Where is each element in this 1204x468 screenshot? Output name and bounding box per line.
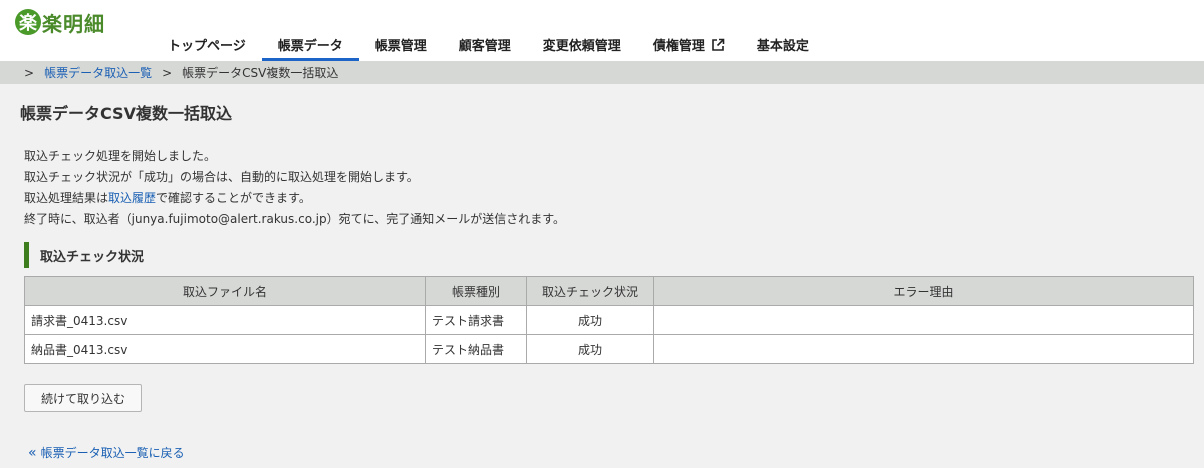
import-status-table: 取込ファイル名 帳票種別 取込チェック状況 エラー理由 請求書_0413.csv… — [24, 276, 1194, 364]
breadcrumb-link-import-list[interactable]: 帳票データ取込一覧 — [44, 64, 152, 81]
nav-item-customer-management[interactable]: 顧客管理 — [443, 28, 527, 61]
col-header-error-reason: エラー理由 — [653, 276, 1194, 306]
col-header-file-name: 取込ファイル名 — [24, 276, 426, 306]
nav-item-document-management[interactable]: 帳票管理 — [359, 28, 443, 61]
message-line: 終了時に、取込者（junya.fujimoto@alert.rakus.co.j… — [24, 212, 566, 226]
table-row: 納品書_0413.csv テスト納品書 成功 — [24, 334, 1194, 364]
cell-error-reason — [653, 334, 1194, 364]
main-nav: トップページ 帳票データ 帳票管理 顧客管理 変更依頼管理 債権管理 基本設定 — [152, 28, 825, 61]
col-header-document-type: 帳票種別 — [425, 276, 527, 306]
cell-check-status: 成功 — [526, 305, 654, 335]
table-row: 請求書_0413.csv テスト請求書 成功 — [24, 305, 1194, 335]
cell-file-name: 納品書_0413.csv — [24, 334, 426, 364]
nav-item-top[interactable]: トップページ — [152, 28, 262, 61]
breadcrumb-current: 帳票データCSV複数一括取込 — [182, 66, 339, 80]
breadcrumb: > 帳票データ取込一覧 > 帳票データCSV複数一括取込 — [0, 61, 1204, 84]
section-title: 取込チェック状況 — [24, 242, 144, 268]
message-line: 取込チェック処理を開始しました。 — [24, 149, 217, 163]
page-title: 帳票データCSV複数一括取込 — [20, 104, 232, 123]
double-chevron-left-icon: « — [28, 444, 37, 461]
nav-item-change-request[interactable]: 変更依頼管理 — [527, 28, 637, 61]
app-logo[interactable]: 楽 楽明細 — [15, 7, 105, 37]
table-header-row: 取込ファイル名 帳票種別 取込チェック状況 エラー理由 — [24, 276, 1194, 306]
breadcrumb-separator: > — [24, 65, 35, 80]
import-history-link[interactable]: 取込履歴 — [108, 191, 156, 205]
cell-file-name: 請求書_0413.csv — [24, 305, 426, 335]
cell-document-type: テスト請求書 — [425, 305, 527, 335]
continue-import-button[interactable]: 続けて取り込む — [24, 384, 142, 412]
nav-item-basic-settings[interactable]: 基本設定 — [741, 28, 825, 61]
nav-item-receivables[interactable]: 債権管理 — [637, 28, 741, 61]
message-line: 取込処理結果は取込履歴で確認することができます。 — [24, 191, 311, 205]
cell-check-status: 成功 — [526, 334, 654, 364]
status-messages: 取込チェック処理を開始しました。 取込チェック状況が「成功」の場合は、自動的に取… — [24, 146, 565, 230]
nav-item-document-data[interactable]: 帳票データ — [261, 28, 359, 61]
header: 楽 楽明細 トップページ 帳票データ 帳票管理 顧客管理 変更依頼管理 債権管理… — [0, 0, 1204, 61]
back-to-import-list-link[interactable]: « 帳票データ取込一覧に戻る — [28, 444, 185, 461]
col-header-check-status: 取込チェック状況 — [526, 276, 654, 306]
cell-error-reason — [653, 305, 1194, 335]
external-link-icon — [711, 38, 725, 52]
breadcrumb-separator: > — [162, 65, 173, 80]
message-line: 取込チェック状況が「成功」の場合は、自動的に取込処理を開始します。 — [24, 170, 419, 184]
cell-document-type: テスト納品書 — [425, 334, 527, 364]
back-link-label: 帳票データ取込一覧に戻る — [40, 446, 185, 460]
logo-mark: 楽 — [15, 9, 41, 35]
logo-text: 楽明細 — [42, 11, 105, 36]
